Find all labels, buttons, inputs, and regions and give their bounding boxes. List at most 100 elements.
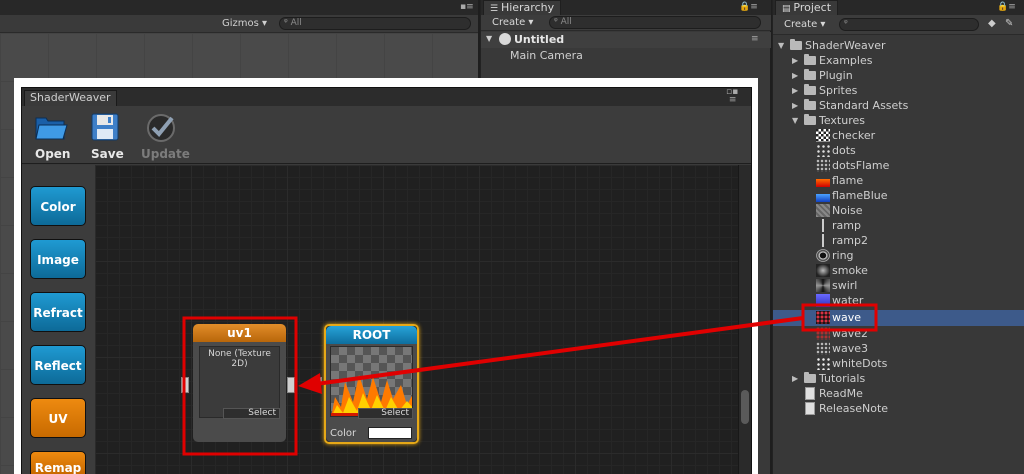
tree-texture-whitedots[interactable]: whiteDots: [773, 356, 1024, 371]
root-texture-preview: [330, 346, 413, 417]
canvas-vertical-scrollbar[interactable]: [738, 165, 751, 474]
tree-folder-examples[interactable]: ▶ Examples: [773, 53, 1024, 68]
tree-item-label: Plugin: [819, 69, 853, 82]
checkmark-icon: [147, 114, 175, 142]
uv1-node[interactable]: uv1 None (Texture 2D) Select: [193, 324, 286, 442]
reflect-node-button[interactable]: Reflect: [30, 345, 86, 385]
tree-folder-shaderweaver[interactable]: ▼ ShaderWeaver: [773, 38, 1024, 53]
shaderweaver-tabbar: ShaderWeaver ▫▪ ≡: [22, 88, 751, 106]
ramp2-thumbnail-icon: [822, 234, 824, 247]
image-node-button[interactable]: Image: [30, 239, 86, 279]
uv1-input-port[interactable]: [181, 377, 189, 393]
hierarchy-scene-row[interactable]: ▼ Untitled ≡: [481, 32, 771, 48]
tree-folder-plugin[interactable]: ▶ Plugin: [773, 68, 1024, 83]
flameblue-thumbnail-icon: [816, 189, 830, 202]
document-icon: [805, 387, 815, 400]
tree-folder-tutorials[interactable]: ▶ Tutorials: [773, 371, 1024, 386]
wave-thumbnail-icon: [816, 311, 830, 324]
project-search-input[interactable]: ᵠ: [839, 18, 979, 31]
folder-icon: [804, 69, 816, 80]
tree-texture-wave[interactable]: wave: [773, 310, 1024, 326]
expand-arrow-icon[interactable]: ▼: [792, 113, 798, 128]
tree-item-label: swirl: [832, 279, 858, 292]
tree-item-label: Examples: [819, 54, 873, 67]
root-node[interactable]: ROOT Select Color: [324, 324, 419, 444]
root-node-title[interactable]: ROOT: [326, 326, 417, 344]
refract-node-button[interactable]: Refract: [30, 292, 86, 332]
hierarchy-create-button[interactable]: Create ▾: [492, 17, 533, 28]
node-graph-canvas[interactable]: uv1 None (Texture 2D) Select ROOT Select…: [95, 165, 738, 474]
tree-texture-water[interactable]: water: [773, 293, 1024, 308]
uv1-select-button[interactable]: Select: [223, 408, 280, 419]
hierarchy-search-input[interactable]: ᵠ All: [549, 16, 761, 29]
tab-hierarchy[interactable]: ☰ Hierarchy: [483, 0, 562, 15]
tree-folder-standard-assets[interactable]: ▶ Standard Assets: [773, 98, 1024, 113]
tree-doc-releasenote[interactable]: ReleaseNote: [773, 401, 1024, 416]
collapse-arrow-icon[interactable]: ▶: [792, 98, 798, 113]
remap-node-button[interactable]: Remap: [30, 451, 86, 474]
tree-texture-swirl[interactable]: swirl: [773, 278, 1024, 293]
tab-hierarchy-label: Hierarchy: [500, 1, 555, 14]
uv1-node-title[interactable]: uv1: [193, 324, 286, 342]
tree-item-label: Sprites: [819, 84, 858, 97]
uv1-output-port[interactable]: [287, 377, 295, 393]
hierarchy-lock-icon[interactable]: 🔒≡: [739, 2, 758, 12]
tab-shaderweaver[interactable]: ShaderWeaver: [24, 90, 117, 106]
tab-project[interactable]: ▤ Project: [775, 0, 839, 15]
hierarchy-toolbar: Create ▾ ᵠ All: [481, 15, 771, 31]
tree-texture-noise[interactable]: Noise: [773, 203, 1024, 218]
tree-texture-flame[interactable]: flame: [773, 173, 1024, 188]
collapse-arrow-icon[interactable]: ▶: [792, 83, 798, 98]
filter-by-label-icon[interactable]: ✎: [1005, 18, 1013, 29]
tree-texture-wave2[interactable]: wave2: [773, 326, 1024, 341]
tree-item-label: dots: [832, 144, 856, 157]
scene-search-input[interactable]: ᵠ All: [279, 17, 471, 30]
tree-texture-dotsflame[interactable]: dotsFlame: [773, 158, 1024, 173]
root-select-button[interactable]: Select: [358, 408, 413, 419]
tree-texture-smoke[interactable]: smoke: [773, 263, 1024, 278]
scene-panel-menu-icon[interactable]: ▪≡: [460, 2, 474, 12]
root-color-swatch[interactable]: [368, 427, 412, 439]
uv-node-button[interactable]: UV: [30, 398, 86, 438]
tree-texture-ramp2[interactable]: ramp2: [773, 233, 1024, 248]
tree-texture-checker[interactable]: checker: [773, 128, 1024, 143]
project-lock-icon[interactable]: 🔒≡: [997, 2, 1016, 12]
color-node-button[interactable]: Color: [30, 186, 86, 226]
root-input-port[interactable]: [316, 377, 322, 385]
shaderweaver-window: ShaderWeaver ▫▪ ≡ Open Save Update Color…: [21, 87, 752, 474]
tree-item-label: Standard Assets: [819, 99, 909, 112]
tree-doc-readme[interactable]: ReadMe: [773, 386, 1024, 401]
tree-texture-ramp[interactable]: ramp: [773, 218, 1024, 233]
collapse-arrow-icon[interactable]: ▶: [792, 371, 798, 386]
folder-icon: [804, 99, 816, 110]
tree-item-label: ring: [832, 249, 854, 262]
project-create-button[interactable]: Create ▾: [784, 19, 825, 30]
collapse-arrow-icon[interactable]: ▶: [792, 53, 798, 68]
tab-project-label: Project: [793, 1, 832, 14]
folder-icon: [804, 372, 816, 383]
open-button-label: Open: [35, 147, 71, 161]
folder-icon: [804, 114, 816, 125]
tree-texture-ring[interactable]: ring: [773, 248, 1024, 263]
update-button-label: Update: [141, 147, 190, 161]
expand-arrow-icon[interactable]: ▼: [778, 38, 784, 53]
tree-item-label: ReadMe: [819, 387, 863, 400]
tree-item-label: ReleaseNote: [819, 402, 889, 415]
tree-item-label: flame: [832, 174, 864, 187]
scene-row-menu-icon[interactable]: ≡: [751, 34, 759, 44]
window-menu-icon[interactable]: ▫▪ ≡: [726, 88, 738, 105]
open-folder-icon: [35, 117, 68, 140]
filter-by-type-icon[interactable]: ◆: [988, 18, 996, 29]
gizmos-dropdown[interactable]: Gizmos ▾: [222, 18, 267, 29]
tree-texture-dots[interactable]: dots: [773, 143, 1024, 158]
tree-item-label: Tutorials: [819, 372, 866, 385]
tree-texture-wave3[interactable]: wave3: [773, 341, 1024, 356]
tree-texture-flameblue[interactable]: flameBlue: [773, 188, 1024, 203]
collapse-arrow-icon[interactable]: ▶: [792, 68, 798, 83]
expand-arrow-icon[interactable]: ▼: [486, 34, 492, 43]
shaderweaver-toolbar: Open Save Update: [22, 106, 751, 164]
tree-folder-sprites[interactable]: ▶ Sprites: [773, 83, 1024, 98]
tree-folder-textures[interactable]: ▼ Textures: [773, 113, 1024, 128]
scrollbar-thumb[interactable]: [741, 390, 749, 424]
hierarchy-item-main-camera[interactable]: Main Camera: [510, 49, 583, 62]
